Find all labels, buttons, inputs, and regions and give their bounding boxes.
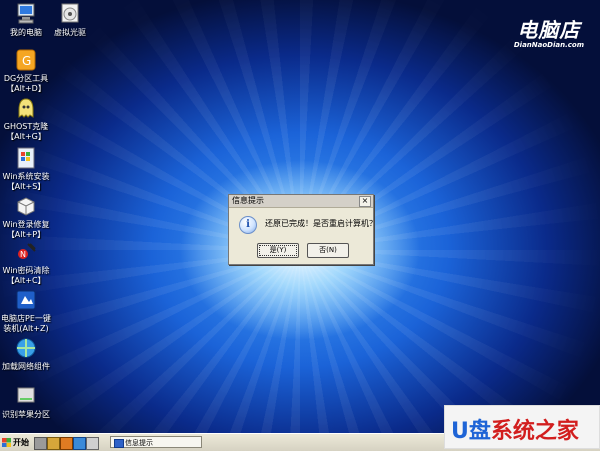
window-icon xyxy=(114,439,124,448)
computer-icon xyxy=(14,2,38,26)
taskbar-item-info-dialog[interactable]: 信息提示 xyxy=(110,436,202,448)
start-label: 开始 xyxy=(13,438,29,447)
desktop-icon-password-clear[interactable]: N Win密码清除 【Alt+C】 xyxy=(0,240,52,286)
win-login-fix-icon xyxy=(14,194,38,218)
desktop-icon-apple-partition[interactable]: 识别苹果分区 xyxy=(0,384,52,420)
desktop-icon-dg-partition[interactable]: G DG分区工具 【Alt+D】 xyxy=(0,48,52,94)
info-icon: i xyxy=(239,216,257,234)
start-button[interactable]: 开始 xyxy=(2,436,32,449)
close-button[interactable]: × xyxy=(359,196,371,207)
network-icon xyxy=(14,336,38,360)
win-install-icon xyxy=(14,146,38,170)
apple-partition-icon xyxy=(14,384,38,408)
info-dialog: 信息提示 × i 还原已完成！是否重启计算机？ 是(Y) 否(N) xyxy=(228,194,377,265)
svg-text:G: G xyxy=(22,54,31,68)
brand-logo: 电脑店 DianNaoDian.com xyxy=(514,14,584,49)
desktop-icon-ghost[interactable]: GHOST克隆 【Alt+G】 xyxy=(0,96,52,142)
site-watermark: U盘系统之家 xyxy=(444,405,600,449)
cd-drive-icon xyxy=(58,2,82,26)
quicklaunch-network-icon[interactable] xyxy=(73,437,86,450)
desktop-icon-pe-install[interactable]: 电脑店PE一键 装机(Alt+Z) xyxy=(0,288,52,334)
password-clear-icon: N xyxy=(14,240,38,264)
brand-url: DianNaoDian.com xyxy=(513,41,584,49)
dialog-titlebar[interactable]: 信息提示 × xyxy=(229,195,373,208)
desktop-icon-win-install[interactable]: Win系统安装 【Alt+S】 xyxy=(0,146,52,192)
desktop-icon-virtual-drive[interactable]: 虚拟光驱 xyxy=(44,2,96,38)
desktop: 我的电脑 虚拟光驱 G DG分区工具 【Alt+D】 GHOST克隆 【Alt+… xyxy=(0,0,600,433)
watermark-text: U盘系统之家 xyxy=(451,419,579,444)
taskbar-item-label: 信息提示 xyxy=(125,439,153,447)
quicklaunch-computer-icon[interactable] xyxy=(34,437,47,450)
desktop-icon-network[interactable]: 加载网络组件 xyxy=(0,336,52,372)
svg-text:N: N xyxy=(20,250,26,259)
one-click-install-icon xyxy=(14,288,38,312)
brand-name: 电脑店 xyxy=(517,18,581,42)
dialog-message: 还原已完成！是否重启计算机？ xyxy=(265,219,377,228)
partition-tool-icon: G xyxy=(14,48,38,72)
windows-logo-icon xyxy=(2,438,11,447)
dialog-title: 信息提示 xyxy=(232,196,264,205)
desktop-icon-win-login-fix[interactable]: Win登录修复 【Alt+P】 xyxy=(0,194,52,240)
ghost-icon xyxy=(14,96,38,120)
close-icon: × xyxy=(361,196,369,205)
quicklaunch-edit-icon[interactable] xyxy=(86,437,99,450)
quicklaunch-tool-icon[interactable] xyxy=(60,437,73,450)
no-button[interactable]: 否(N) xyxy=(307,243,349,258)
yes-button[interactable]: 是(Y) xyxy=(257,243,299,258)
quicklaunch-folder-icon[interactable] xyxy=(47,437,60,450)
